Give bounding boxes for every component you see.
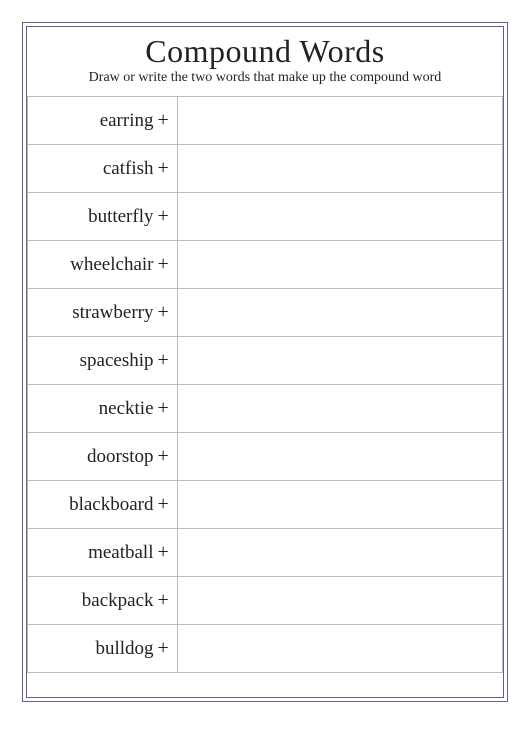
plus-sign: + bbox=[158, 337, 178, 385]
table-row: strawberry+ bbox=[28, 289, 503, 337]
compound-word: wheelchair bbox=[28, 241, 158, 289]
compound-word: earring bbox=[28, 97, 158, 145]
table-row: earring+ bbox=[28, 97, 503, 145]
plus-sign: + bbox=[158, 577, 178, 625]
answer-cell[interactable] bbox=[178, 529, 503, 577]
table-row: butterfly+ bbox=[28, 193, 503, 241]
answer-cell[interactable] bbox=[178, 433, 503, 481]
compound-word: strawberry bbox=[28, 289, 158, 337]
page-title: Compound Words bbox=[27, 33, 503, 70]
compound-word: doorstop bbox=[28, 433, 158, 481]
plus-sign: + bbox=[158, 481, 178, 529]
answer-cell[interactable] bbox=[178, 385, 503, 433]
compound-word: catfish bbox=[28, 145, 158, 193]
table-row: catfish+ bbox=[28, 145, 503, 193]
compound-word: backpack bbox=[28, 577, 158, 625]
answer-cell[interactable] bbox=[178, 481, 503, 529]
table-row: spaceship+ bbox=[28, 337, 503, 385]
answer-cell[interactable] bbox=[178, 337, 503, 385]
answer-cell[interactable] bbox=[178, 97, 503, 145]
table-row: bulldog+ bbox=[28, 625, 503, 673]
page-subtitle: Draw or write the two words that make up… bbox=[27, 70, 503, 86]
table-row: meatball+ bbox=[28, 529, 503, 577]
plus-sign: + bbox=[158, 193, 178, 241]
answer-cell[interactable] bbox=[178, 625, 503, 673]
plus-sign: + bbox=[158, 385, 178, 433]
plus-sign: + bbox=[158, 289, 178, 337]
plus-sign: + bbox=[158, 145, 178, 193]
worksheet-outer-frame: Compound Words Draw or write the two wor… bbox=[22, 22, 508, 702]
plus-sign: + bbox=[158, 529, 178, 577]
plus-sign: + bbox=[158, 241, 178, 289]
compound-word: butterfly bbox=[28, 193, 158, 241]
answer-cell[interactable] bbox=[178, 145, 503, 193]
worksheet-inner-frame: Compound Words Draw or write the two wor… bbox=[26, 26, 504, 698]
compound-word: bulldog bbox=[28, 625, 158, 673]
compound-word: meatball bbox=[28, 529, 158, 577]
table-row: blackboard+ bbox=[28, 481, 503, 529]
plus-sign: + bbox=[158, 433, 178, 481]
answer-cell[interactable] bbox=[178, 241, 503, 289]
answer-cell[interactable] bbox=[178, 289, 503, 337]
plus-sign: + bbox=[158, 625, 178, 673]
table-row: necktie+ bbox=[28, 385, 503, 433]
answer-cell[interactable] bbox=[178, 193, 503, 241]
table-row: backpack+ bbox=[28, 577, 503, 625]
compound-words-table: earring+catfish+butterfly+wheelchair+str… bbox=[27, 96, 503, 673]
answer-cell[interactable] bbox=[178, 577, 503, 625]
plus-sign: + bbox=[158, 97, 178, 145]
compound-word: spaceship bbox=[28, 337, 158, 385]
compound-word: blackboard bbox=[28, 481, 158, 529]
table-row: wheelchair+ bbox=[28, 241, 503, 289]
compound-word: necktie bbox=[28, 385, 158, 433]
table-row: doorstop+ bbox=[28, 433, 503, 481]
